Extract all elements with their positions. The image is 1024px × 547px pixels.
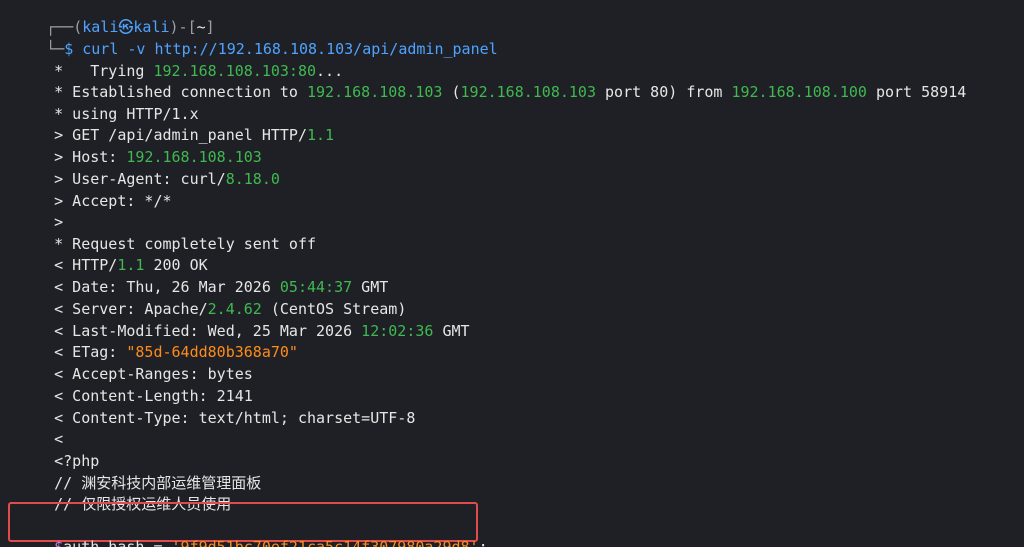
text: ; — [478, 538, 488, 547]
output-line: < HTTP/1.1 200 OK — [18, 232, 208, 274]
output-line: < Accept-Ranges: bytes — [18, 341, 253, 383]
output-line: > Host: 192.168.108.103 — [18, 124, 262, 166]
output-line: * Request completely sent off — [18, 211, 316, 253]
output-line: * using HTTP/1.x — [18, 81, 199, 123]
text: > Accept: */* — [54, 192, 172, 210]
text: from — [686, 83, 732, 101]
command-line[interactable]: └─$ curl -v http://192.168.108.103/api/a… — [10, 16, 498, 58]
text: 192.168.108.103 — [307, 83, 443, 101]
prompt-header: ┌──(kali㉿kali)-[~] — [10, 0, 215, 36]
output-line: > User-Agent: curl/8.18.0 — [18, 146, 280, 188]
output-line: > GET /api/admin_panel HTTP/1.1 — [18, 102, 334, 144]
output-line: <?php — [18, 428, 99, 470]
text: $ — [54, 538, 64, 547]
output-line: < ETag: "85d-64dd80b368a70" — [18, 319, 298, 361]
text: < Content-Type: text/html; charset=UTF-8 — [54, 409, 416, 427]
text: port 80) — [596, 83, 687, 101]
output-line: < Content-Length: 2141 — [18, 363, 253, 405]
output-line: < Content-Type: text/html; charset=UTF-8 — [18, 385, 415, 427]
text: 1.1 — [307, 126, 335, 144]
output-line: < Date: Thu, 26 Mar 2026 05:44:37 GMT — [18, 254, 388, 296]
text: GMT — [433, 322, 470, 340]
output-line: > — [18, 189, 63, 231]
text: 192.168.108.100 — [731, 83, 867, 101]
text: 192.168.108.103 — [460, 83, 596, 101]
output-line: < Server: Apache/2.4.62 (CentOS Stream) — [18, 276, 406, 318]
output-line: < — [18, 406, 63, 448]
output-line: // 渊安科技内部运维管理面板 — [18, 450, 261, 492]
text: ( — [442, 83, 461, 101]
terminal-window[interactable]: ┌──(kali㉿kali)-[~] └─$ curl -v http://19… — [0, 0, 1024, 547]
text: port 58914 — [866, 83, 967, 101]
output-line: < Last-Modified: Wed, 25 Mar 2026 12:02:… — [18, 298, 469, 340]
text: 8.18.0 — [225, 170, 280, 188]
output-line: $auth_hash = '9f9d51bc70ef21ca5c14f30798… — [18, 514, 487, 547]
output-line: // 仅限授权运维人员使用 — [18, 471, 231, 513]
text: '9f9d51bc70ef21ca5c14f307980a29d8' — [171, 538, 479, 547]
output-line: * Established connection to 192.168.108.… — [18, 59, 966, 101]
text: 12:02:36 — [361, 322, 434, 340]
text: auth_hash = — [63, 538, 172, 547]
output-line: * Trying 192.168.108.103:80... — [18, 38, 343, 80]
output-line: > Accept: */* — [18, 168, 171, 210]
